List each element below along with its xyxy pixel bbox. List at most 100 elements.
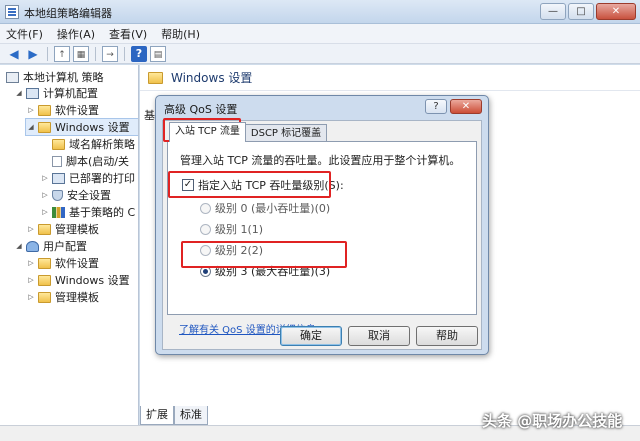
tree-node-label: 脚本(启动/关 [66, 155, 129, 168]
folder-icon [38, 274, 51, 286]
dialog-title: 高级 QoS 设置 [164, 103, 238, 116]
collapsed-triangle-icon[interactable]: ▷ [40, 208, 50, 216]
radio-level-0[interactable]: 级别 0 (最小吞吐量)(0) [200, 200, 330, 216]
tree-node-windows-settings[interactable]: ◢ Windows 设置 [25, 118, 138, 136]
tree-node-label: Windows 设置 [55, 121, 130, 134]
details-header: Windows 设置 [140, 65, 640, 91]
folder-icon [38, 223, 51, 235]
collapsed-triangle-icon[interactable]: ▷ [40, 174, 50, 182]
tree-node-label: 管理模板 [55, 223, 99, 236]
collapsed-triangle-icon[interactable]: ▷ [40, 191, 50, 199]
tree-node-label: 已部署的打印 [69, 172, 135, 185]
radio-level-2[interactable]: 级别 2(2) [200, 242, 263, 258]
tree-node-user-admin-templates[interactable]: ▷ 管理模板 [26, 289, 99, 305]
printer-icon [52, 172, 65, 184]
collapsed-triangle-icon[interactable]: ▷ [26, 293, 36, 301]
tree-node-deployed-printers[interactable]: ▷ 已部署的打印 [40, 170, 135, 186]
radio-label: 级别 3 (最大吞吐量)(3) [215, 265, 331, 278]
help-icon[interactable]: ? [131, 45, 147, 62]
bar-chart-icon [52, 206, 65, 218]
tab-inbound-tcp[interactable]: 入站 TCP 流量 [169, 122, 246, 142]
radio-level-3[interactable]: 级别 3 (最大吞吐量)(3) [200, 263, 330, 279]
script-doc-icon [52, 155, 62, 167]
forward-arrow-icon[interactable]: ▶ [25, 46, 41, 62]
window-title: 本地组策略编辑器 [24, 7, 112, 20]
radio-button[interactable] [200, 202, 211, 214]
toolbar-separator [124, 46, 125, 61]
radio-label: 级别 1(1) [215, 223, 264, 236]
tree-node-label: 软件设置 [55, 257, 99, 270]
radio-button[interactable] [200, 244, 211, 256]
specify-throughput-checkbox-row[interactable]: ✓ 指定入站 TCP 吞吐量级别(S): [182, 177, 344, 193]
specify-throughput-checkbox[interactable]: ✓ [182, 179, 194, 191]
expand-triangle-icon[interactable]: ◢ [14, 242, 24, 250]
collapsed-triangle-icon[interactable]: ▷ [26, 106, 36, 114]
expand-triangle-icon[interactable]: ◢ [14, 89, 24, 97]
dialog-close-button[interactable]: ✕ [450, 99, 482, 114]
tree-node-admin-templates[interactable]: ▷ 管理模板 [26, 221, 99, 237]
tree-node-security-settings[interactable]: ▷ 安全设置 [40, 187, 111, 203]
menu-file[interactable]: 文件(F) [6, 26, 43, 42]
folder-icon [38, 291, 51, 303]
tree-pane: 本地计算机 策略 ◢ 计算机配置 ▷ 软件设置 ◢ Windows 设置 域名解… [0, 65, 139, 425]
folder-icon [52, 138, 65, 150]
tree-node-user-windows-settings[interactable]: ▷ Windows 设置 [26, 272, 130, 288]
toolbar: ◀ ▶ ↑ ▦ → ? ▤ [0, 44, 640, 64]
expand-triangle-icon[interactable]: ◢ [26, 123, 36, 131]
tree-node-name-resolution[interactable]: 域名解析策略 [40, 136, 135, 152]
toolbar-separator [47, 46, 48, 61]
menu-action[interactable]: 操作(A) [57, 26, 95, 42]
folder-icon [148, 71, 163, 84]
maximize-button[interactable]: □ [568, 3, 594, 20]
tree-node-policy-based-qos[interactable]: ▷ 基于策略的 C [40, 204, 135, 220]
tab-standard[interactable]: 标准 [174, 406, 208, 425]
menu-help[interactable]: 帮助(H) [161, 26, 200, 42]
details-partial-text: 基 [144, 109, 155, 122]
tree-node-local-policy[interactable]: 本地计算机 策略 [6, 69, 104, 85]
back-arrow-icon[interactable]: ◀ [6, 46, 22, 62]
help-button[interactable]: 帮助 [416, 326, 478, 346]
cancel-button[interactable]: 取消 [348, 326, 410, 346]
policy-editor-icon [5, 5, 19, 19]
view-tabs: 扩展 标准 [140, 406, 208, 425]
tree-node-user-software-settings[interactable]: ▷ 软件设置 [26, 255, 99, 271]
radio-level-1[interactable]: 级别 1(1) [200, 221, 263, 237]
radio-button[interactable] [200, 223, 211, 235]
tree-node-label: 基于策略的 C [69, 206, 136, 219]
folder-icon [38, 104, 51, 116]
ok-button[interactable]: 确定 [280, 326, 342, 346]
up-folder-icon[interactable]: ↑ [54, 45, 70, 62]
tree-node-computer-config[interactable]: ◢ 计算机配置 [14, 85, 98, 101]
collapsed-triangle-icon[interactable]: ▷ [26, 276, 36, 284]
minimize-button[interactable]: — [540, 3, 566, 20]
checkbox-label: 指定入站 TCP 吞吐量级别(S): [198, 179, 344, 192]
toolbar-separator [95, 46, 96, 61]
advanced-qos-dialog: 高级 QoS 设置 ? ✕ 入站 TCP 流量 DSCP 标记覆盖 管理入站 T… [155, 95, 489, 355]
tree-node-scripts[interactable]: 脚本(启动/关 [40, 153, 129, 169]
computer-icon [6, 71, 19, 83]
menu-view[interactable]: 查看(V) [109, 26, 147, 42]
radio-label: 级别 2(2) [215, 244, 264, 257]
tree-node-software-settings[interactable]: ▷ 软件设置 [26, 102, 99, 118]
tab-dscp-override[interactable]: DSCP 标记覆盖 [244, 124, 328, 142]
properties-icon[interactable]: ▤ [150, 45, 166, 62]
inbound-tcp-panel: 管理入站 TCP 流量的吞吐量。此设置应用于整个计算机。 ✓ 指定入站 TCP … [167, 141, 477, 315]
tab-extended[interactable]: 扩展 [140, 406, 174, 425]
computer-config-icon [26, 87, 39, 99]
collapsed-triangle-icon[interactable]: ▷ [26, 225, 36, 233]
dialog-help-button[interactable]: ? [425, 99, 447, 114]
menu-bar: 文件(F) 操作(A) 查看(V) 帮助(H) [0, 24, 640, 44]
open-folder-icon [38, 121, 51, 133]
shield-icon [52, 189, 63, 201]
tree-node-label: 软件设置 [55, 104, 99, 117]
radio-button-selected[interactable] [200, 265, 211, 277]
tree-node-user-config[interactable]: ◢ 用户配置 [14, 238, 87, 254]
tree-node-label: Windows 设置 [55, 274, 130, 287]
show-hide-tree-icon[interactable]: ▦ [73, 45, 89, 62]
title-bar: 本地组策略编辑器 — □ ✕ [0, 0, 640, 24]
tree-node-label: 本地计算机 策略 [23, 71, 104, 84]
collapsed-triangle-icon[interactable]: ▷ [26, 259, 36, 267]
watermark-text: 头条 @职场办公技能 [482, 412, 623, 430]
export-list-icon[interactable]: → [102, 45, 118, 62]
close-button[interactable]: ✕ [596, 3, 636, 20]
